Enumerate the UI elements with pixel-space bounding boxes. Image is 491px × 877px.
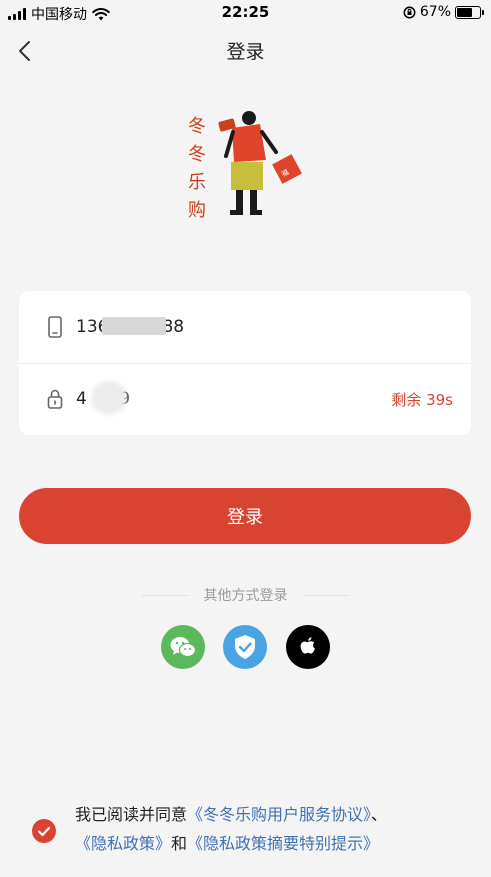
agreement-checkbox[interactable]	[32, 819, 56, 843]
divider-left	[142, 595, 188, 596]
app-logo: 冬 冬 乐 购 福	[188, 111, 302, 221]
phone-row	[19, 291, 471, 364]
login-button[interactable]: 登录	[19, 488, 471, 544]
agreement-and: 和	[171, 834, 188, 853]
redacted-digits	[102, 317, 166, 335]
status-bar: 中国移动 22:25 67%	[0, 0, 491, 26]
wechat-login-button[interactable]	[161, 625, 205, 669]
battery-level	[457, 7, 472, 17]
apple-icon	[300, 637, 315, 654]
other-login-section: 其他方式登录	[0, 585, 491, 605]
wechat-icon	[170, 637, 197, 658]
logo-char-2: 冬	[188, 144, 206, 165]
other-login-label: 其他方式登录	[203, 588, 288, 604]
privacy-policy-link[interactable]: 《隐私政策》	[75, 834, 171, 853]
page-title: 登录	[226, 41, 265, 63]
battery-icon	[455, 5, 484, 19]
shield-login-button[interactable]	[223, 625, 267, 669]
phone-icon	[48, 316, 62, 338]
code-row: 剩余 39s	[19, 363, 471, 435]
shield-icon	[235, 635, 255, 659]
nav-bar: 登录	[0, 26, 491, 76]
user-agreement-link[interactable]: 《冬冬乐购用户服务协议》	[187, 805, 371, 824]
logo-char-3: 乐	[188, 172, 206, 193]
login-form: 剩余 39s	[19, 291, 471, 435]
status-right: 67%	[403, 4, 484, 20]
check-icon	[37, 826, 51, 837]
lock-icon	[47, 389, 63, 409]
battery-percent: 67%	[419, 4, 451, 20]
apple-login-button[interactable]	[286, 625, 330, 669]
logo-char-1: 冬	[188, 116, 206, 137]
rotation-lock-icon	[403, 6, 416, 18]
redacted-code	[91, 381, 127, 415]
agreement-separator: 、	[371, 805, 388, 824]
logo-char-4: 购	[188, 200, 206, 221]
countdown-timer[interactable]: 剩余 39s	[391, 389, 453, 410]
agreement-prefix: 我已阅读并同意	[75, 805, 188, 824]
agreement-text: 我已阅读并同意《冬冬乐购用户服务协议》、《隐私政策》和《隐私政策摘要特别提示》	[75, 800, 475, 858]
privacy-summary-link[interactable]: 《隐私政策摘要特别提示》	[187, 834, 379, 853]
divider-right	[303, 595, 349, 596]
